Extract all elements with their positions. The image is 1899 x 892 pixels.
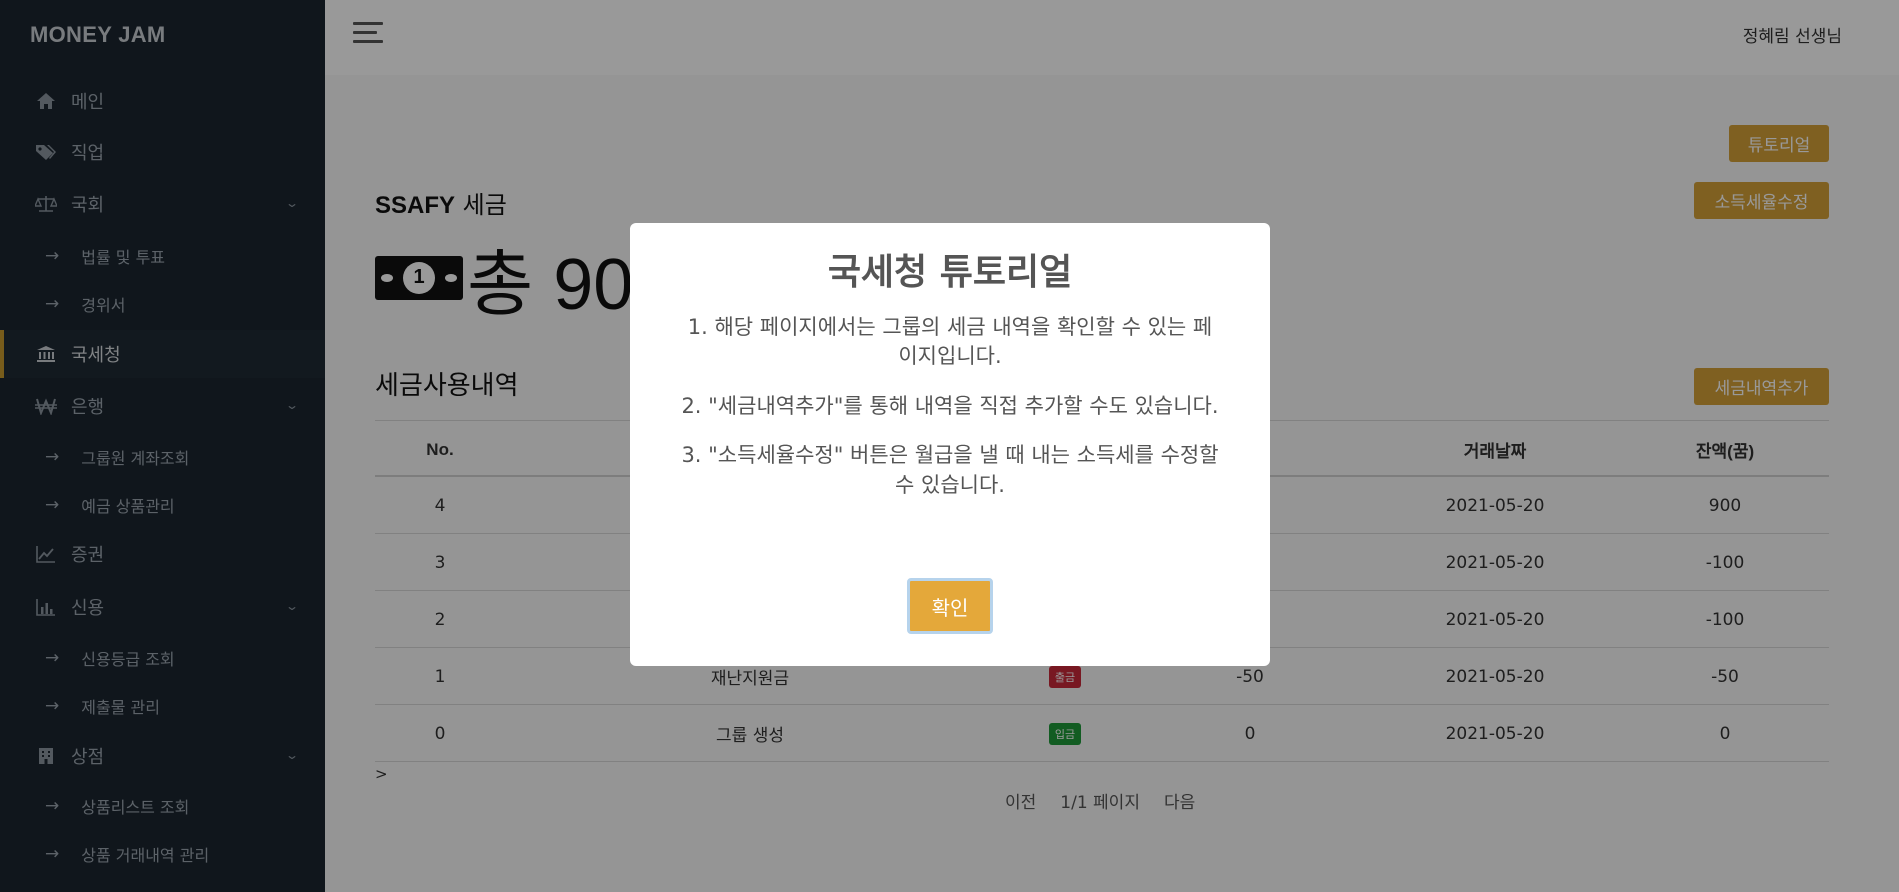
modal-line: 2. "세금내역추가"를 통해 내역을 직접 추가할 수도 있습니다. xyxy=(681,393,1219,418)
tutorial-modal: 국세청 튜토리얼 1. 해당 페이지에서는 그룹의 세금 내역을 확인할 수 있… xyxy=(630,223,1270,666)
modal-line: 1. 해당 페이지에서는 그룹의 세금 내역을 확인할 수 있는 페이지입니다. xyxy=(687,315,1213,369)
modal-body: 1. 해당 페이지에서는 그룹의 세금 내역을 확인할 수 있는 페이지입니다.… xyxy=(680,313,1220,500)
confirm-button[interactable]: 확인 xyxy=(907,578,993,634)
modal-line: 3. "소득세율수정" 버튼은 월급을 낼 때 내는 소득세를 수정할 수 있습… xyxy=(681,443,1219,497)
modal-title: 국세청 튜토리얼 xyxy=(827,252,1073,293)
